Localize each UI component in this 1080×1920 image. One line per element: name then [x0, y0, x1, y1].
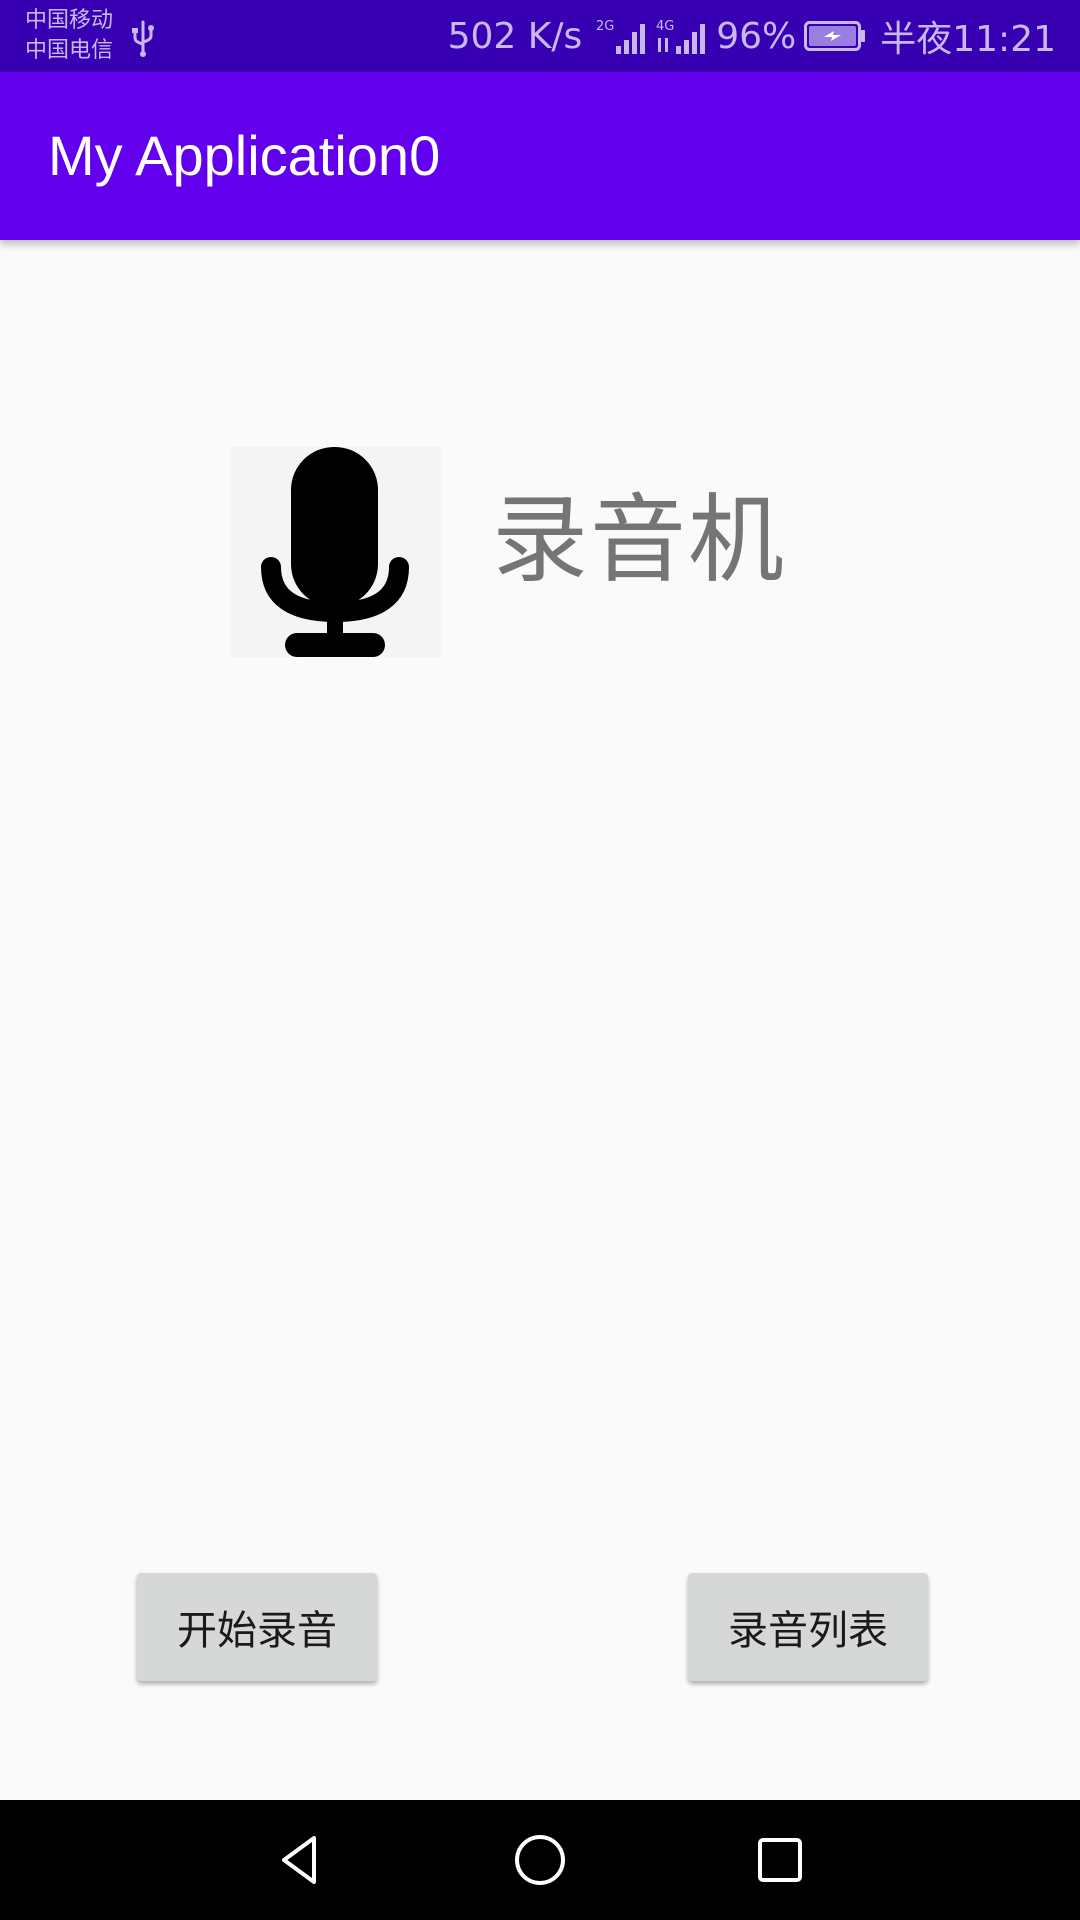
start-recording-button[interactable]: 开始录音 — [137, 1573, 377, 1681]
status-right: 502 K/s 2G 4G 96% 半夜11:21 — [448, 0, 1056, 72]
microphone-icon — [261, 447, 409, 657]
screen: 中国移动 中国电信 502 K/s 2G 4G 96% 半夜11:21 My A… — [0, 0, 1080, 1920]
app-bar: My Application0 — [0, 72, 1080, 240]
signal-2g-icon: 2G — [596, 19, 646, 54]
clock: 半夜11:21 — [880, 19, 1056, 60]
battery-charging-icon — [804, 21, 866, 51]
page-heading: 录音机 — [492, 484, 786, 596]
carrier-2: 中国电信 — [25, 38, 114, 63]
usb-icon — [132, 20, 154, 57]
microphone-image — [231, 447, 441, 657]
signal-2-label: 4G — [656, 19, 674, 34]
signal-4g-icon: 4G — [656, 19, 706, 54]
home-icon[interactable] — [510, 1830, 570, 1890]
recording-list-button[interactable]: 录音列表 — [688, 1573, 928, 1681]
network-speed: 502 K/s — [447, 15, 583, 57]
navigation-bar — [0, 1800, 1080, 1920]
status-bar: 中国移动 中国电信 502 K/s 2G 4G 96% 半夜11:21 — [0, 0, 1080, 72]
recent-apps-icon[interactable] — [750, 1830, 810, 1890]
carrier-1: 中国移动 — [25, 8, 114, 33]
back-icon[interactable] — [270, 1830, 330, 1890]
app-title: My Application0 — [48, 124, 441, 187]
carrier-info: 中国移动 中国电信 — [25, 6, 113, 66]
signal-1-label: 2G — [596, 19, 614, 34]
battery-percent: 96% — [716, 15, 797, 57]
